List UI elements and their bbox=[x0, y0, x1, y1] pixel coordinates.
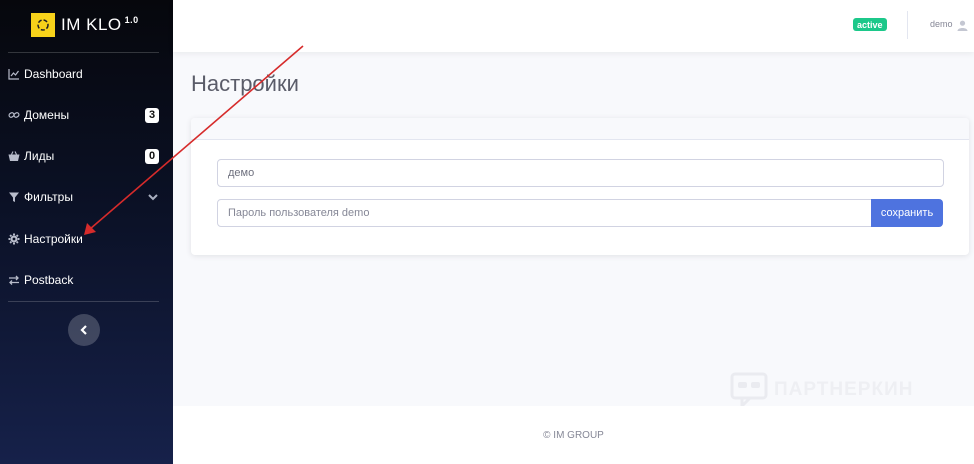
sidebar-item-domains[interactable]: Домены 3 bbox=[0, 104, 173, 126]
card-header bbox=[191, 118, 969, 140]
count-badge: 0 bbox=[145, 148, 159, 164]
brand-name: IM KLO 1.0 bbox=[61, 15, 139, 34]
sidebar-item-label: Dashboard bbox=[24, 67, 83, 81]
brand-logo-icon bbox=[31, 13, 55, 37]
sidebar-item-leads[interactable]: Лиды 0 bbox=[0, 145, 173, 167]
topbar-divider bbox=[907, 11, 908, 39]
sidebar-item-label: Домены bbox=[24, 108, 70, 122]
user-icon[interactable] bbox=[957, 18, 968, 31]
sidebar-item-label: Настройки bbox=[24, 232, 83, 246]
user-name[interactable]: demo bbox=[930, 19, 953, 29]
password-input[interactable] bbox=[217, 199, 873, 227]
save-button[interactable]: сохранить bbox=[871, 199, 943, 227]
sidebar: IM KLO 1.0 Dashboard Домены 3 Лиды 0 Филь… bbox=[0, 0, 173, 464]
sidebar-item-postback[interactable]: Postback bbox=[0, 269, 173, 291]
exchange-icon bbox=[8, 274, 20, 286]
chart-line-icon bbox=[8, 68, 20, 80]
sidebar-item-label: Postback bbox=[24, 273, 74, 287]
sidebar-toggle-button[interactable] bbox=[68, 314, 100, 346]
chevron-left-icon bbox=[80, 325, 87, 335]
settings-card: сохранить bbox=[191, 118, 969, 255]
username-input[interactable] bbox=[217, 159, 944, 187]
watermark: ПАРТНЕРКИН bbox=[730, 372, 913, 408]
watermark-logo-icon bbox=[730, 372, 768, 408]
basket-icon bbox=[8, 150, 20, 162]
link-icon bbox=[8, 109, 20, 121]
footer-copyright: © IM GROUP bbox=[543, 430, 604, 441]
sidebar-divider bbox=[8, 52, 159, 53]
sidebar-item-filters[interactable]: Фильтры bbox=[0, 186, 173, 208]
sidebar-item-label: Лиды bbox=[24, 149, 55, 163]
sidebar-item-dashboard[interactable]: Dashboard bbox=[0, 63, 173, 85]
sidebar-item-settings[interactable]: Настройки bbox=[0, 228, 173, 250]
count-badge: 3 bbox=[145, 107, 159, 123]
sidebar-item-label: Фильтры bbox=[24, 190, 73, 204]
filter-icon bbox=[8, 191, 20, 203]
footer: © IM GROUP bbox=[173, 406, 974, 464]
watermark-text: ПАРТНЕРКИН bbox=[774, 379, 914, 400]
brand[interactable]: IM KLO 1.0 bbox=[31, 12, 139, 38]
gear-icon bbox=[8, 233, 20, 245]
page-title: Настройки bbox=[191, 71, 299, 96]
status-badge: active bbox=[853, 18, 887, 31]
sidebar-divider bbox=[8, 301, 159, 302]
chevron-down-icon[interactable] bbox=[147, 191, 159, 203]
brand-version: 1.0 bbox=[124, 15, 139, 26]
